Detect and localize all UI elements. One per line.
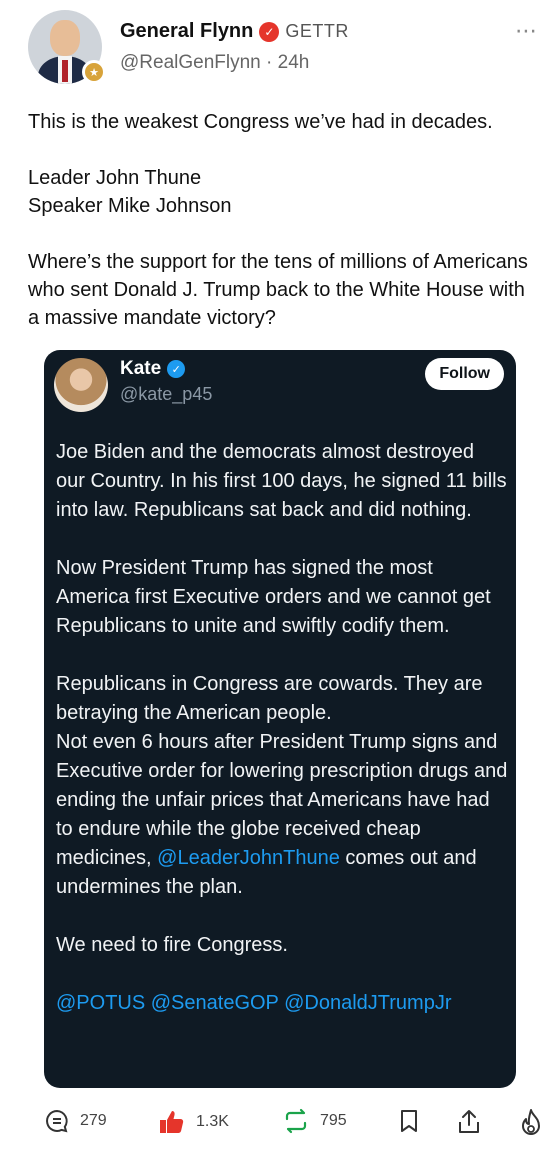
quoted-author-avatar[interactable] — [54, 358, 108, 412]
author-name-row: General Flynn ✓ GETTR — [120, 20, 349, 43]
boost-button[interactable] — [518, 1108, 544, 1138]
like-count: 1.3K — [196, 1113, 229, 1130]
quoted-paragraph: We need to fire Congress. — [56, 934, 288, 956]
post-time: · 24h — [266, 52, 310, 73]
quoted-paragraph: Republicans in Congress are cowards. The… — [56, 673, 483, 724]
post-paragraph: Leader John Thune Speaker Mike Johnson — [28, 167, 232, 217]
verified-badge-icon: ✓ — [259, 21, 280, 42]
post-paragraph: Where’s the support for the tens of mill… — [28, 251, 528, 329]
quoted-post-text: Joe Biden and the democrats almost destr… — [56, 438, 508, 1047]
repost-count: 795 — [320, 1112, 347, 1129]
avatar-tie — [62, 60, 68, 82]
repost-button[interactable]: 795 — [282, 1108, 347, 1134]
quoted-author-name[interactable]: Kate — [120, 358, 161, 380]
like-button[interactable]: 1.3K — [158, 1108, 229, 1136]
author-display-name[interactable]: General Flynn — [120, 20, 253, 43]
share-icon — [456, 1108, 482, 1136]
avatar-face — [50, 20, 80, 56]
comment-count: 279 — [80, 1112, 107, 1129]
quoted-paragraph: Joe Biden and the democrats almost destr… — [56, 441, 507, 521]
more-options-icon[interactable]: ⋯ — [515, 18, 538, 44]
follow-button[interactable]: Follow — [425, 358, 504, 390]
post-header: ★ General Flynn ✓ GETTR @RealGenFlynn · … — [28, 10, 538, 90]
quoted-paragraph: Now President Trump has signed the most … — [56, 557, 491, 637]
quoted-paragraph: Not even 6 hours after President Trump s… — [56, 728, 508, 902]
share-button[interactable] — [456, 1108, 482, 1136]
quoted-post-card[interactable]: Kate ✓ @kate_p45 Follow Joe Biden and th… — [44, 350, 516, 1088]
verified-badge-icon: ✓ — [167, 360, 186, 378]
thumbs-up-icon — [158, 1108, 186, 1136]
post-text: This is the weakest Congress we’ve had i… — [28, 108, 528, 332]
comment-button[interactable]: 279 — [44, 1108, 107, 1134]
bookmark-icon — [398, 1108, 420, 1134]
mention-link[interactable]: @LeaderJohnThune — [157, 847, 340, 869]
author-handle-row: @RealGenFlynn · 24h — [120, 52, 309, 74]
action-bar: 279 1.3K 795 — [0, 1100, 555, 1144]
network-label: GETTR — [285, 21, 349, 41]
fire-icon — [518, 1108, 544, 1138]
author-handle[interactable]: @RealGenFlynn — [120, 52, 261, 73]
quoted-author-name-row: Kate ✓ — [120, 358, 186, 380]
bookmark-button[interactable] — [398, 1108, 420, 1134]
repost-icon — [282, 1108, 310, 1134]
mention-links[interactable]: @POTUS @SenateGOP @DonaldJTrumpJr — [56, 989, 508, 1018]
gold-badge-icon: ★ — [82, 60, 106, 84]
quoted-author-handle[interactable]: @kate_p45 — [120, 384, 212, 405]
post-paragraph: This is the weakest Congress we’ve had i… — [28, 111, 493, 133]
comment-icon — [44, 1108, 70, 1134]
